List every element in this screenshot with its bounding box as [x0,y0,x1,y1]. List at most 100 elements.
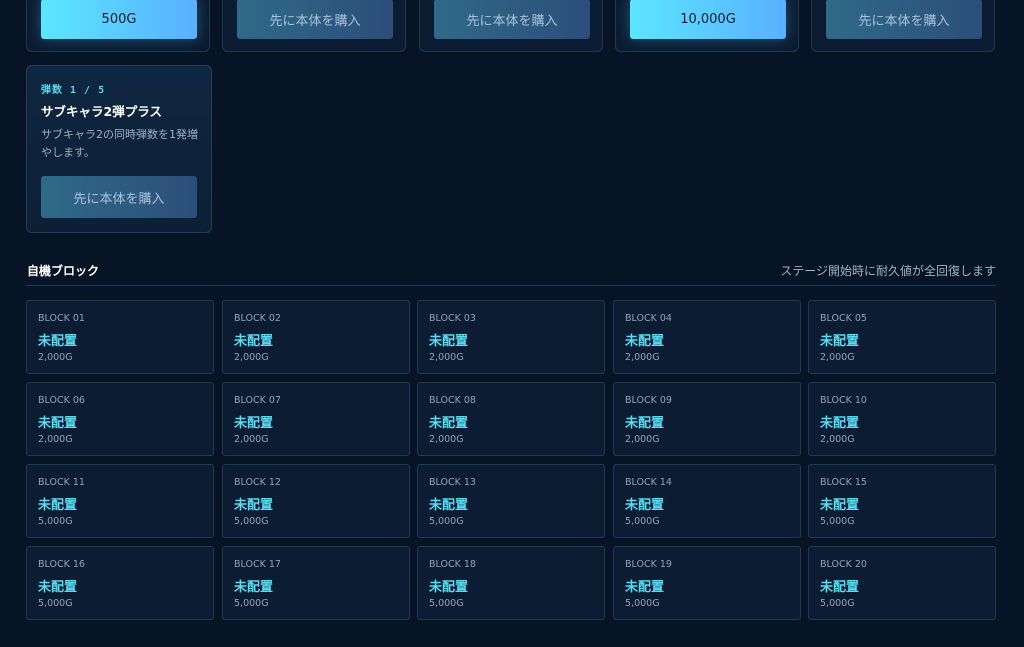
block-price: 2,000G [820,434,855,445]
block-price: 2,000G [38,434,73,445]
buy-body-first-button[interactable]: 先に本体を購入 [826,0,982,39]
block-id: BLOCK 14 [625,477,672,488]
block-price: 5,000G [820,516,855,527]
block-id: BLOCK 06 [38,395,85,406]
block-status: 未配置 [625,498,665,513]
block-card[interactable]: BLOCK 12 未配置 5,000G [222,464,410,538]
block-status: 未配置 [38,498,78,513]
block-status: 未配置 [38,334,78,349]
block-id: BLOCK 09 [625,395,672,406]
shop-card: 先に本体を購入 [222,0,406,52]
block-id: BLOCK 01 [38,313,85,324]
block-price: 5,000G [38,516,73,527]
section-title: 自機ブロック [27,264,100,278]
block-card[interactable]: BLOCK 16 未配置 5,000G [26,546,214,620]
block-status: 未配置 [625,416,665,431]
block-card[interactable]: BLOCK 19 未配置 5,000G [613,546,801,620]
block-price: 5,000G [625,516,660,527]
block-id: BLOCK 04 [625,313,672,324]
block-card[interactable]: BLOCK 15 未配置 5,000G [808,464,996,538]
block-id: BLOCK 12 [234,477,281,488]
upgrade-title: サブキャラ2弾プラス [41,104,162,119]
block-id: BLOCK 02 [234,313,281,324]
block-card[interactable]: BLOCK 20 未配置 5,000G [808,546,996,620]
shop-card: 先に本体を購入 [419,0,603,52]
block-id: BLOCK 18 [429,559,476,570]
shop-card: 先に本体を購入 [811,0,995,52]
block-status: 未配置 [234,334,274,349]
top-cards-row: 500G 先に本体を購入 先に本体を購入 10,000G 先に本体を購入 [26,0,996,54]
block-id: BLOCK 16 [38,559,85,570]
block-id: BLOCK 07 [234,395,281,406]
block-id: BLOCK 11 [38,477,85,488]
block-id: BLOCK 03 [429,313,476,324]
block-id: BLOCK 19 [625,559,672,570]
block-price: 5,000G [429,516,464,527]
block-status: 未配置 [429,416,469,431]
block-price: 2,000G [234,352,269,363]
block-status: 未配置 [234,416,274,431]
buy-button[interactable]: 500G [41,0,197,39]
buy-body-first-button[interactable]: 先に本体を購入 [41,176,197,218]
block-card[interactable]: BLOCK 03 未配置 2,000G [417,300,605,374]
block-price: 5,000G [429,598,464,609]
block-price: 2,000G [429,434,464,445]
buy-button[interactable]: 10,000G [630,0,786,39]
upgrade-description: サブキャラ2の同時弾数を1発増やします。 [41,128,198,159]
buy-body-first-button[interactable]: 先に本体を購入 [237,0,393,39]
block-card[interactable]: BLOCK 18 未配置 5,000G [417,546,605,620]
block-price: 5,000G [820,598,855,609]
block-card[interactable]: BLOCK 07 未配置 2,000G [222,382,410,456]
upgrade-card: 弾数 1 / 5 サブキャラ2弾プラス サブキャラ2の同時弾数を1発増やします。… [26,65,212,233]
block-status: 未配置 [625,580,665,595]
block-id: BLOCK 08 [429,395,476,406]
upgrade-count: 弾数 1 / 5 [41,85,106,96]
shop-card: 10,000G [615,0,799,52]
block-price: 2,000G [38,352,73,363]
block-status: 未配置 [234,580,274,595]
block-status: 未配置 [429,334,469,349]
shop-page: 500G 先に本体を購入 先に本体を購入 10,000G 先に本体を購入 弾数 … [0,0,1024,647]
section-note: ステージ開始時に耐久値が全回復します [780,264,996,278]
block-card[interactable]: BLOCK 08 未配置 2,000G [417,382,605,456]
block-card[interactable]: BLOCK 14 未配置 5,000G [613,464,801,538]
block-price: 2,000G [625,434,660,445]
block-price: 2,000G [234,434,269,445]
block-status: 未配置 [820,334,860,349]
block-price: 2,000G [820,352,855,363]
block-id: BLOCK 05 [820,313,867,324]
block-id: BLOCK 15 [820,477,867,488]
block-card[interactable]: BLOCK 13 未配置 5,000G [417,464,605,538]
block-id: BLOCK 17 [234,559,281,570]
block-grid: BLOCK 01 未配置 2,000G BLOCK 02 未配置 2,000G BLOCK … [26,300,998,622]
block-status: 未配置 [429,498,469,513]
block-id: BLOCK 10 [820,395,867,406]
section-divider [26,285,996,286]
block-status: 未配置 [625,334,665,349]
block-card[interactable]: BLOCK 06 未配置 2,000G [26,382,214,456]
block-status: 未配置 [429,580,469,595]
block-price: 5,000G [38,598,73,609]
block-price: 2,000G [625,352,660,363]
block-card[interactable]: BLOCK 11 未配置 5,000G [26,464,214,538]
block-card[interactable]: BLOCK 02 未配置 2,000G [222,300,410,374]
block-card[interactable]: BLOCK 05 未配置 2,000G [808,300,996,374]
block-price: 5,000G [625,598,660,609]
block-card[interactable]: BLOCK 17 未配置 5,000G [222,546,410,620]
block-status: 未配置 [234,498,274,513]
block-price: 5,000G [234,516,269,527]
block-id: BLOCK 20 [820,559,867,570]
block-card[interactable]: BLOCK 04 未配置 2,000G [613,300,801,374]
block-id: BLOCK 13 [429,477,476,488]
block-status: 未配置 [38,416,78,431]
block-card[interactable]: BLOCK 09 未配置 2,000G [613,382,801,456]
block-status: 未配置 [38,580,78,595]
block-price: 5,000G [234,598,269,609]
block-status: 未配置 [820,498,860,513]
block-status: 未配置 [820,416,860,431]
block-card[interactable]: BLOCK 10 未配置 2,000G [808,382,996,456]
buy-body-first-button[interactable]: 先に本体を購入 [434,0,590,39]
block-price: 2,000G [429,352,464,363]
shop-card: 500G [26,0,210,52]
block-card[interactable]: BLOCK 01 未配置 2,000G [26,300,214,374]
